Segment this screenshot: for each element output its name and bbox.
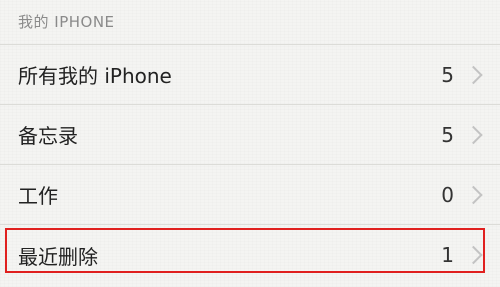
folder-label: 最近删除 xyxy=(18,244,98,269)
folder-label: 所有我的 iPhone xyxy=(18,64,172,88)
folder-row-notes[interactable]: 备忘录 5 xyxy=(0,105,500,165)
folder-count: 5 xyxy=(441,62,454,87)
folder-count: 5 xyxy=(441,122,454,147)
folder-list: 所有我的 iPhone 5 备忘录 5 工作 0 最近删除 1 xyxy=(0,44,500,285)
folder-count: 1 xyxy=(441,243,454,267)
folder-label: 工作 xyxy=(18,184,58,208)
chevron-right-icon xyxy=(464,245,483,265)
chevron-right-icon xyxy=(464,185,483,204)
folder-count: 0 xyxy=(441,182,454,207)
folder-row-recently-deleted[interactable]: 最近删除 1 xyxy=(0,225,500,285)
chevron-right-icon xyxy=(464,65,483,84)
folder-label: 备忘录 xyxy=(18,124,78,148)
folder-row-all-iphone[interactable]: 所有我的 iPhone 5 xyxy=(0,45,500,105)
section-header: 我的 IPHONE xyxy=(18,13,115,31)
folder-row-work[interactable]: 工作 0 xyxy=(0,165,500,225)
chevron-right-icon xyxy=(464,125,483,144)
